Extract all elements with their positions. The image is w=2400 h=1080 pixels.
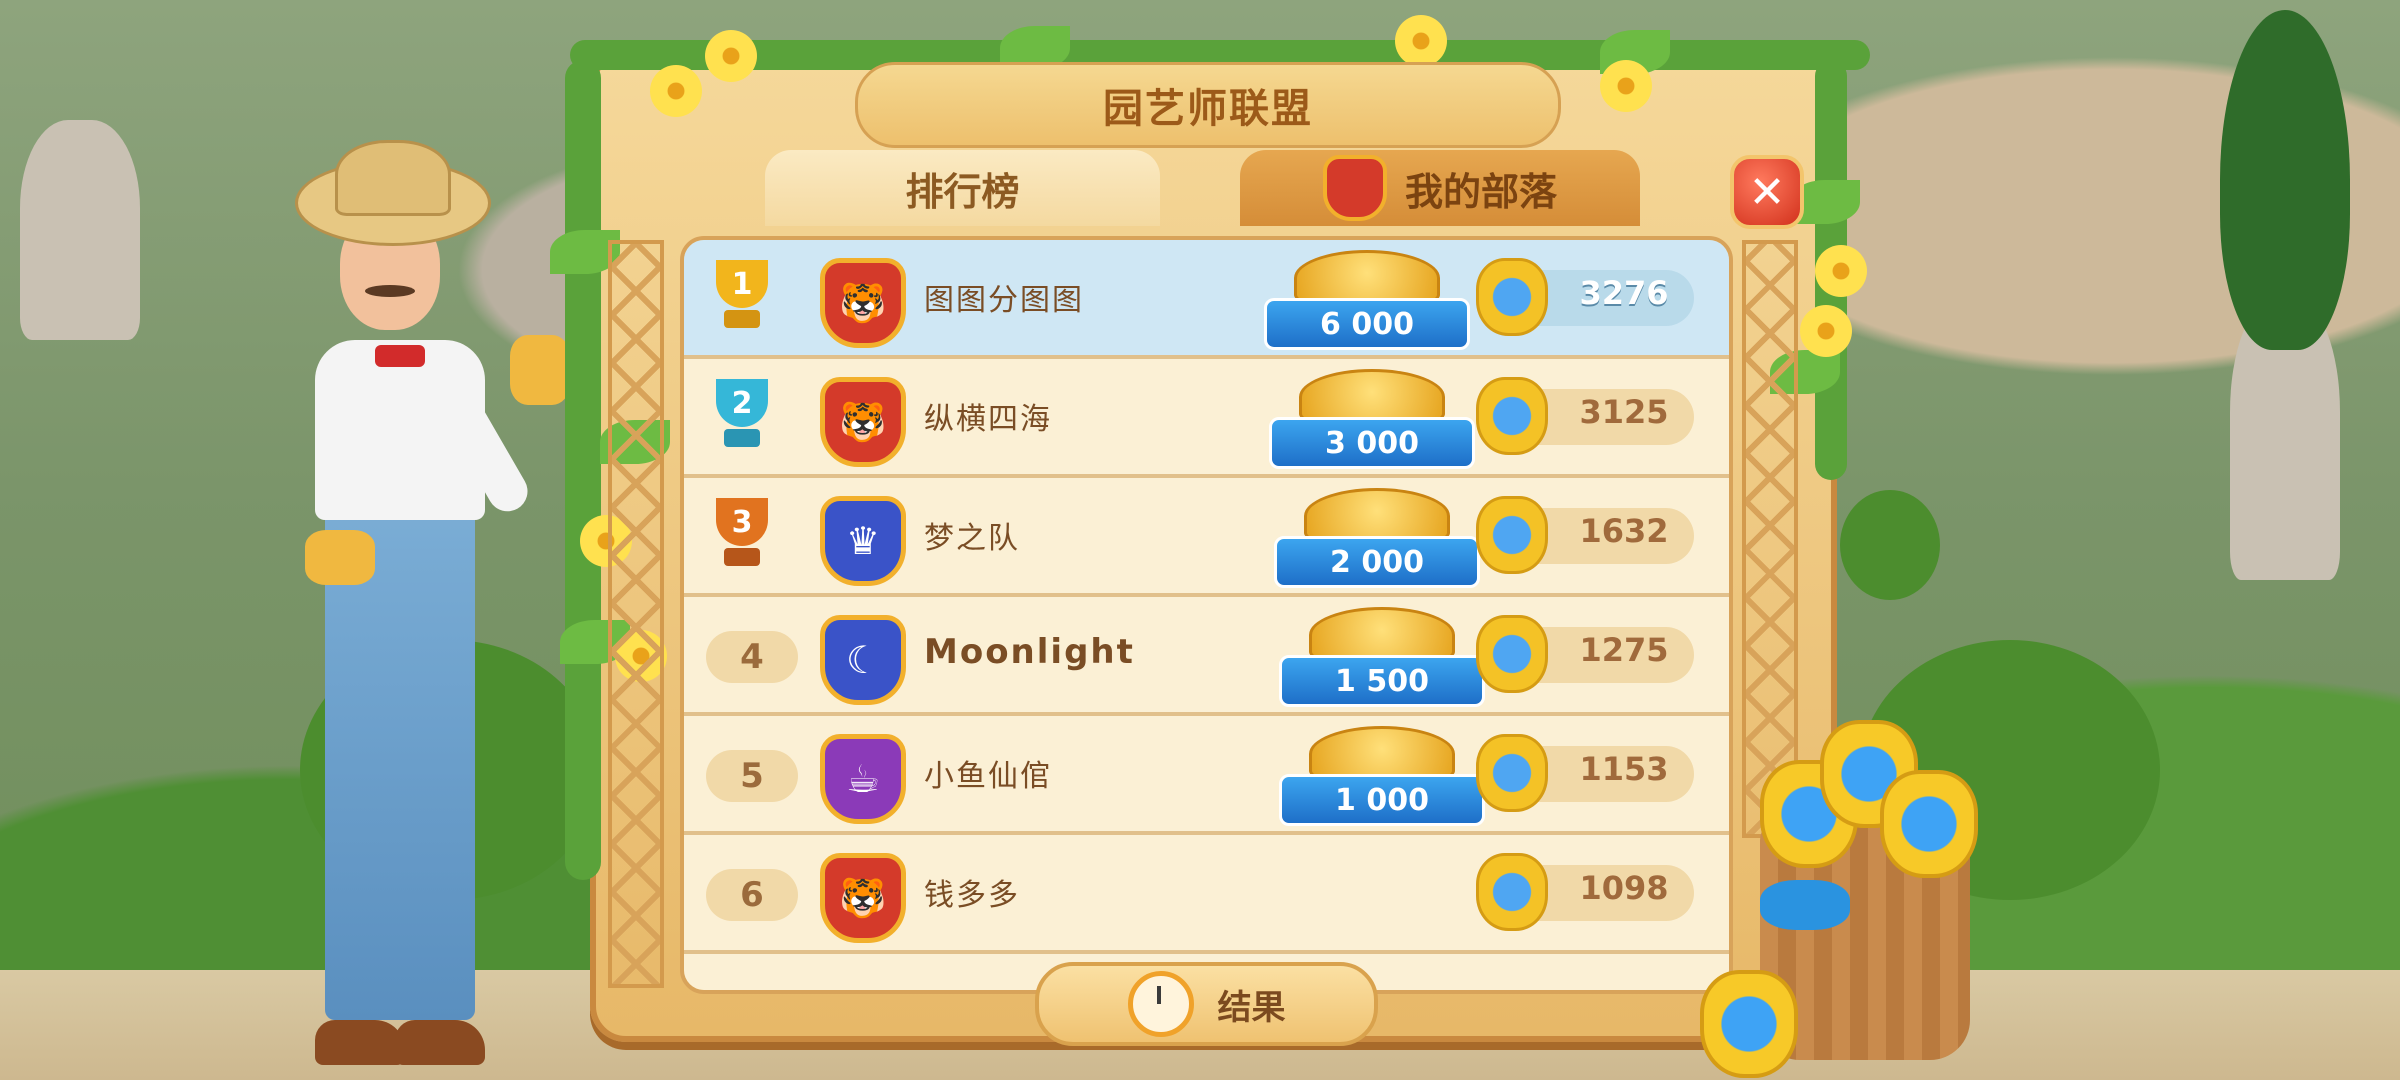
mustache (365, 285, 415, 297)
trophy-icon (1476, 615, 1548, 693)
score-value: 1632 (1579, 512, 1669, 550)
coin-prize: 1 500 (1279, 607, 1485, 707)
team-name: 图图分图图 (924, 283, 1084, 318)
tab-leaderboard-label: 排行榜 (905, 169, 1020, 214)
table-row[interactable]: 3 ♛ 梦之队 2 000 1632 (684, 478, 1729, 597)
score-value: 1098 (1579, 869, 1669, 907)
close-button[interactable]: ✕ (1730, 155, 1804, 229)
prize-amount: 2 000 (1274, 536, 1480, 588)
rank-number: 2 (716, 379, 768, 427)
tab-my-tribe-label: 我的部落 (1404, 169, 1557, 214)
cypress-tree (2220, 10, 2350, 350)
bronze-cup-icon: 3 (706, 498, 778, 572)
tiger-icon: 🐯 (820, 853, 906, 943)
team-name: 梦之队 (924, 521, 1020, 556)
yellow-flower-icon (650, 65, 702, 117)
prize-amount: 6 000 (1264, 298, 1470, 350)
team-name: 纵横四海 (924, 402, 1052, 437)
trophy-icon (1476, 853, 1548, 931)
prize-amount: 1 000 (1279, 774, 1485, 826)
table-row[interactable]: 6 🐯 钱多多 1098 (684, 835, 1729, 954)
tab-my-tribe[interactable]: 我的部落 (1240, 150, 1640, 226)
score-value: 3125 (1579, 393, 1669, 431)
alarm-clock-icon (1127, 971, 1194, 1037)
yellow-flower-icon (1395, 15, 1447, 67)
rank-number: 5 (706, 750, 798, 802)
yellow-flower-icon (1600, 60, 1652, 112)
bush-small (1840, 490, 1940, 600)
trophy-icon (1476, 496, 1548, 574)
trophy-icon (1476, 258, 1548, 336)
coin-prize: 2 000 (1274, 488, 1480, 588)
table-row[interactable]: 4 ☾ Moonlight 1 500 1275 (684, 597, 1729, 716)
title-banner: 园艺师联盟 (855, 62, 1561, 148)
prize-amount: 1 500 (1279, 655, 1485, 707)
table-row[interactable]: 5 ☕ 小鱼仙倌 1 000 1153 (684, 716, 1729, 835)
raised-glove (510, 335, 570, 405)
rank-number: 3 (716, 498, 768, 546)
bow-tie (375, 345, 425, 367)
tiger-icon: 🐯 (820, 258, 906, 348)
coin-prize: 1 000 (1279, 726, 1485, 826)
straw-hat-top (335, 140, 451, 216)
score-value: 1275 (1579, 631, 1669, 669)
yellow-flower-icon (1815, 245, 1867, 297)
close-icon: ✕ (1748, 166, 1786, 218)
table-row[interactable]: 2 🐯 纵横四海 3 000 3125 (684, 359, 1729, 478)
gold-cup-icon: 1 (706, 260, 778, 334)
yellow-flower-icon (1800, 305, 1852, 357)
page-title: 园艺师联盟 (1103, 86, 1313, 132)
score-value: 1153 (1579, 750, 1669, 788)
coin-prize: 3 000 (1269, 369, 1475, 469)
trophy-icon (1476, 377, 1548, 455)
rank-number: 4 (706, 631, 798, 683)
blue-bow (1760, 880, 1850, 930)
lattice-left (608, 240, 664, 988)
left-statue (20, 120, 140, 340)
result-button[interactable]: 结果 (1035, 962, 1378, 1046)
trophy-icon (1700, 970, 1798, 1078)
yellow-flower-icon (705, 30, 757, 82)
prize-amount: 3 000 (1269, 417, 1475, 469)
moon-icon: ☾ (820, 615, 906, 705)
rank-number: 1 (716, 260, 768, 308)
team-name: 小鱼仙倌 (924, 759, 1052, 794)
table-row[interactable]: 1 🐯 图图分图图 6 000 3276 (684, 240, 1729, 359)
cup-base (724, 548, 760, 566)
right-boot (395, 1020, 485, 1065)
tiger-icon: 🐯 (820, 377, 906, 467)
team-name: 钱多多 (924, 878, 1020, 913)
leaderboard-list[interactable]: 1 🐯 图图分图图 6 000 3276 2 🐯 纵横四海 3 000 3125… (680, 236, 1733, 994)
gardener-character (255, 140, 615, 1080)
coin-prize: 6 000 (1264, 250, 1470, 350)
left-boot (315, 1020, 405, 1065)
score-value: 3276 (1579, 274, 1669, 312)
vine-left (565, 60, 601, 880)
overalls (325, 440, 475, 1020)
cup-base (724, 429, 760, 447)
tiger-icon (1322, 155, 1387, 221)
trophy-icon (1880, 770, 1978, 878)
tab-leaderboard[interactable]: 排行榜 (765, 150, 1160, 226)
cup-icon: ☕ (820, 734, 906, 824)
trophy-icon (1476, 734, 1548, 812)
silver-cup-icon: 2 (706, 379, 778, 453)
result-label: 结果 (1217, 987, 1286, 1028)
cup-base (724, 310, 760, 328)
lattice-right (1742, 240, 1798, 838)
rank-number: 6 (706, 869, 798, 921)
team-name: Moonlight (924, 632, 1135, 672)
crown-icon: ♛ (820, 496, 906, 586)
hip-glove (305, 530, 375, 585)
